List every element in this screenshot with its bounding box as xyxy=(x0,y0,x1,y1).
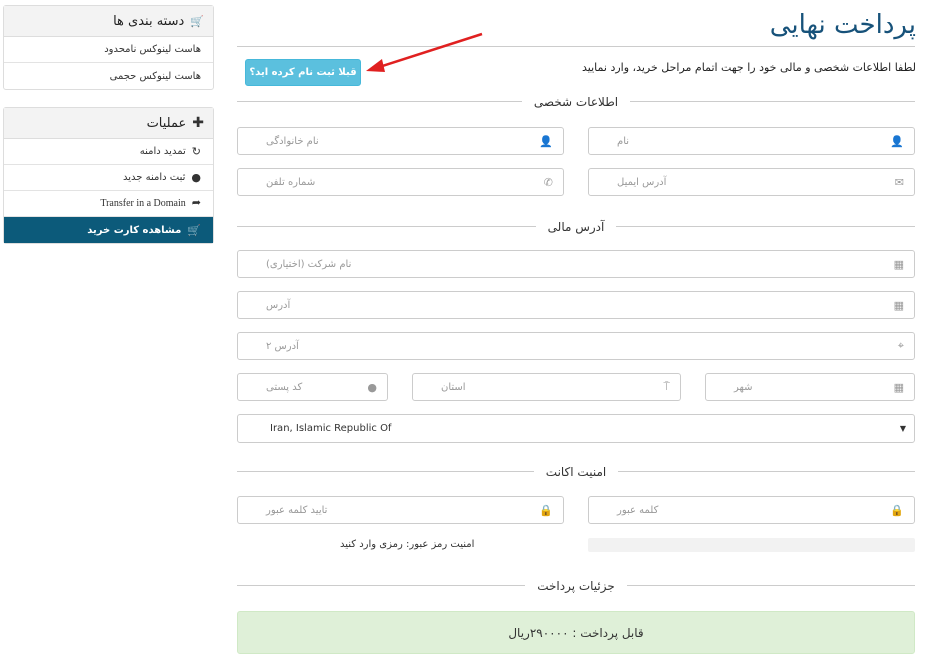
already-registered-button[interactable]: قبلا ثبت نام کرده اید؟ xyxy=(245,59,361,86)
city-placeholder: شهر xyxy=(734,381,753,393)
building-icon: ▦ xyxy=(893,257,904,271)
categories-title: دسته بندی ها xyxy=(113,13,185,29)
refresh-icon: ↻ xyxy=(191,145,201,158)
account-security-legend: امنیت اکانت xyxy=(237,462,915,482)
personal-info-legend: اطلاعات شخصی xyxy=(237,92,915,112)
postcode-placeholder: کد پستی xyxy=(266,381,303,393)
red-arrow-annotation xyxy=(366,32,483,72)
billing-address-title: آدرس مالی xyxy=(535,220,617,234)
actions-title: عملیات xyxy=(146,115,187,131)
address2-placeholder: آدرس ۲ xyxy=(266,340,299,352)
phone-field[interactable]: ✆ شماره تلفن xyxy=(237,168,564,196)
phone-icon: ✆ xyxy=(543,175,553,189)
personal-info-title: اطلاعات شخصی xyxy=(521,95,631,109)
sidebar-item-label: ثبت دامنه جدید xyxy=(122,172,186,183)
lock-icon: 🔒 xyxy=(539,503,553,517)
cart-icon: 🛒 xyxy=(187,223,201,237)
state-placeholder: استان xyxy=(441,381,466,393)
address1-field[interactable]: ▦ آدرس xyxy=(237,291,915,319)
map-marker-icon: ⌖ xyxy=(897,339,904,352)
email-placeholder: آدرس ایمیل xyxy=(617,176,667,188)
password-strength-text: امنیت رمز عبور: رمزی وارد کنید xyxy=(340,539,475,550)
payable-amount-box: قابل پرداخت : ۲۹۰۰۰۰ریال xyxy=(237,611,915,654)
building-icon: ▦ xyxy=(893,380,904,394)
confirm-password-placeholder: تایید کلمه عبور xyxy=(266,504,328,516)
sidebar-item-label: مشاهده کارت خرید xyxy=(87,224,182,236)
share-icon: ➦ xyxy=(191,197,201,209)
title-divider xyxy=(237,46,915,47)
sidebar-item-transfer-domain[interactable]: Transfer in a Domain ➦ xyxy=(4,191,213,217)
sidebar-item-unlimited-linux-host[interactable]: هاست لینوکس نامحدود xyxy=(4,37,213,63)
sidebar-item-view-cart[interactable]: مشاهده کارت خرید 🛒 xyxy=(4,217,213,243)
sidebar-item-label: تمدید دامنه xyxy=(139,146,186,157)
plus-icon: ✚ xyxy=(192,115,204,131)
email-field[interactable]: ✉ آدرس ایمیل xyxy=(588,168,915,196)
signpost-icon: ⍑ xyxy=(663,380,670,393)
phone-placeholder: شماره تلفن xyxy=(266,176,316,188)
envelope-icon: ✉ xyxy=(894,175,904,189)
sidebar-item-label: Transfer in a Domain xyxy=(100,198,186,209)
address2-field[interactable]: ⌖ آدرس ۲ xyxy=(237,332,915,360)
country-select[interactable]: Iran, Islamic Republic Of ▼ xyxy=(237,414,915,443)
caret-down-icon: ▼ xyxy=(899,424,906,433)
actions-panel: عملیات ✚ تمدید دامنه ↻ ثبت دامنه جدید ● … xyxy=(3,107,214,244)
user-icon: 👤 xyxy=(539,134,553,148)
globe-icon: ● xyxy=(191,171,201,184)
sidebar-item-label: هاست لینوکس نامحدود xyxy=(104,44,201,55)
payment-details-legend: جزئیات پرداخت xyxy=(237,576,915,596)
billing-address-legend: آدرس مالی xyxy=(237,217,915,237)
confirm-password-field[interactable]: 🔒 تایید کلمه عبور xyxy=(237,496,564,524)
first-name-placeholder: نام xyxy=(617,135,630,147)
lock-icon: 🔒 xyxy=(890,503,904,517)
address1-placeholder: آدرس xyxy=(266,299,291,311)
country-selected-value: Iran, Islamic Republic Of xyxy=(270,423,392,434)
categories-panel-header: دسته بندی ها 🛒 xyxy=(4,6,213,37)
account-security-title: امنیت اکانت xyxy=(533,465,619,479)
last-name-field[interactable]: 👤 نام خانوادگی xyxy=(237,127,564,155)
state-field[interactable]: ⍑ استان xyxy=(412,373,681,401)
sidebar-item-register-domain[interactable]: ثبت دامنه جدید ● xyxy=(4,165,213,191)
payable-amount-text: قابل پرداخت : ۲۹۰۰۰۰ریال xyxy=(508,625,644,640)
sidebar-item-renew-domain[interactable]: تمدید دامنه ↻ xyxy=(4,139,213,165)
city-field[interactable]: ▦ شهر xyxy=(705,373,915,401)
password-strength-bar xyxy=(588,538,915,552)
user-icon: 👤 xyxy=(890,134,904,148)
cart-icon: 🛒 xyxy=(190,14,204,28)
first-name-field[interactable]: 👤 نام xyxy=(588,127,915,155)
postcode-field[interactable]: ● کد پستی xyxy=(237,373,388,401)
intro-text: لطفا اطلاعات شخصی و مالی خود را جهت اتما… xyxy=(582,61,916,74)
company-placeholder: نام شرکت (اختیاری) xyxy=(266,258,352,270)
last-name-placeholder: نام خانوادگی xyxy=(266,135,319,147)
page-title: پرداخت نهایی xyxy=(769,10,916,40)
circle-icon: ● xyxy=(367,380,377,394)
company-field[interactable]: ▦ نام شرکت (اختیاری) xyxy=(237,250,915,278)
categories-panel: دسته بندی ها 🛒 هاست لینوکس نامحدود هاست … xyxy=(3,5,214,90)
actions-panel-header: عملیات ✚ xyxy=(4,108,213,139)
payment-details-title: جزئیات پرداخت xyxy=(525,579,627,593)
building-icon: ▦ xyxy=(893,298,904,312)
sidebar-item-volume-linux-host[interactable]: هاست لینوکس حجمی xyxy=(4,63,213,89)
sidebar-item-label: هاست لینوکس حجمی xyxy=(109,70,201,82)
password-field[interactable]: 🔒 کلمه عبور xyxy=(588,496,915,524)
password-placeholder: کلمه عبور xyxy=(617,504,659,516)
